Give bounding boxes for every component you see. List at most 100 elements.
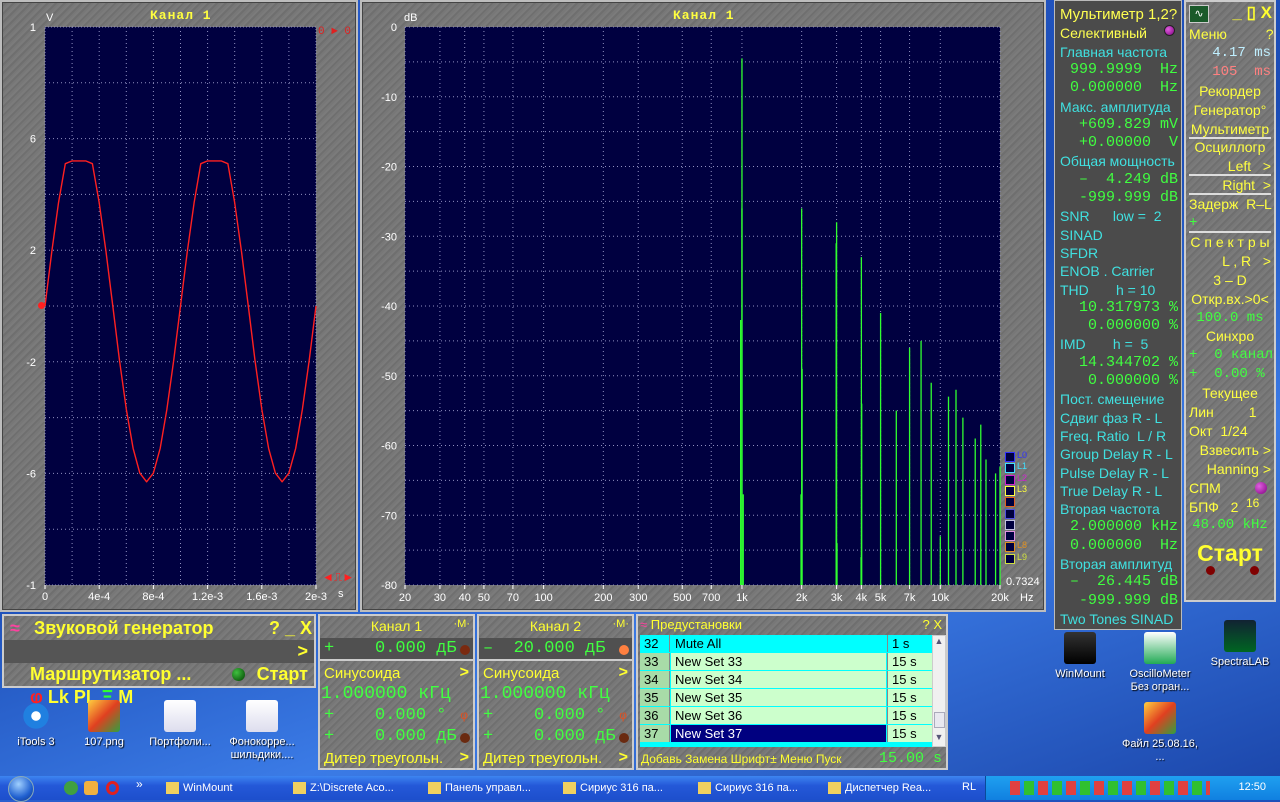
multimeter-label[interactable]: Вторая амплитуд [1060, 555, 1178, 573]
multimeter-label[interactable]: Главная частота [1060, 43, 1178, 61]
multimeter-label[interactable]: Group Delay R - L [1060, 445, 1178, 463]
legend-swatch[interactable] [1005, 519, 1015, 530]
channel-m-button[interactable]: ·M· [613, 618, 630, 630]
waveform-select[interactable]: Синусоида [479, 663, 632, 684]
taskbar-button[interactable]: WinMount [163, 779, 288, 797]
dither-select[interactable]: Дитер треугольн. [479, 748, 632, 769]
menu-item[interactable]: Синхро [1189, 327, 1271, 346]
quicklaunch-more-icon[interactable]: » [136, 777, 143, 791]
multimeter-label[interactable]: Pulse Delay R - L [1060, 464, 1178, 482]
quicklaunch-icon[interactable] [84, 781, 98, 795]
multimeter-label[interactable]: ENOB . Carrier [1060, 262, 1178, 280]
language-indicator[interactable]: RL [962, 781, 976, 793]
multimeter-title[interactable]: Селективный [1060, 24, 1178, 42]
legend-swatch[interactable] [1005, 485, 1015, 496]
desktop-icon[interactable]: SpectraLAB [1200, 620, 1280, 669]
menu-item[interactable]: Рекордер [1189, 82, 1271, 101]
legend-swatch[interactable] [1005, 542, 1015, 553]
menu-item[interactable]: Осциллогр [1189, 138, 1271, 157]
menu-item[interactable]: Текущее [1189, 384, 1271, 403]
desktop-icon[interactable]: Файл 25.08.16, ... [1120, 702, 1200, 764]
menu-item[interactable]: Взвесить > [1189, 441, 1271, 460]
menu-item[interactable]: БПФ 2 [1189, 498, 1271, 517]
multimeter-label[interactable]: Сдвиг фаз R - L [1060, 409, 1178, 427]
legend-swatch[interactable] [1005, 531, 1015, 542]
waveform-select[interactable]: Синусоида [320, 663, 473, 684]
multimeter-label[interactable]: True Delay R - L [1060, 482, 1178, 500]
menu-item[interactable]: 48.00 kHz [1189, 516, 1271, 535]
menu-item[interactable]: С п е к т р ы [1189, 233, 1271, 252]
presets-footer-actions[interactable]: Добавь Замена Шрифт± Меню Пуск [641, 752, 842, 766]
menu-item[interactable]: Мультиметр [1189, 120, 1271, 139]
preset-row[interactable]: 34 New Set 34 15 s [640, 671, 932, 689]
menu-item[interactable]: Генератор° [1189, 101, 1271, 120]
preset-row[interactable]: 32 Mute All 1 s [640, 635, 932, 653]
phase-value[interactable]: + 0.000 ° [479, 705, 632, 726]
preset-row[interactable]: 36 New Set 36 15 s [640, 707, 932, 725]
generator-window-controls[interactable]: ? _ X [258, 617, 312, 640]
menu-item[interactable]: Задерж R–L [1189, 195, 1272, 214]
presets-window-controls[interactable]: ? X [922, 617, 942, 632]
selective-led[interactable] [1164, 25, 1175, 36]
legend-swatch[interactable] [1005, 463, 1015, 474]
presets-scrollbar[interactable]: ▲ ▼ [932, 635, 946, 747]
multimeter-label[interactable]: Пост. смещение [1060, 390, 1178, 408]
scroll-thumb[interactable] [934, 712, 945, 728]
menu-item[interactable]: 105 ms [1189, 63, 1271, 82]
amplitude-led[interactable] [460, 733, 470, 743]
legend-swatch[interactable] [1005, 452, 1015, 462]
menu-item[interactable]: + 0 [1189, 214, 1271, 233]
menu-item[interactable]: Меню ? [1189, 25, 1274, 44]
multimeter-label[interactable]: Freq. Ratio L / R [1060, 427, 1178, 445]
desktop-icon[interactable]: OscilloMeter Без огран... [1120, 632, 1200, 694]
taskbar-button[interactable]: Панель управл... [425, 779, 555, 797]
start-orb[interactable] [8, 776, 34, 802]
multimeter-label[interactable]: Макс. амплитуда [1060, 98, 1178, 116]
multimeter-label[interactable]: Вторая частота [1060, 500, 1178, 518]
scroll-down-icon[interactable]: ▼ [933, 732, 945, 746]
level-led[interactable] [619, 645, 629, 655]
amplitude-led[interactable] [619, 733, 629, 743]
menu-item[interactable]: + 0 канал [1189, 346, 1273, 365]
frequency-value[interactable]: 1.000000 кГц [479, 684, 632, 705]
menu-item[interactable]: Откр.вх.>0< [1189, 290, 1271, 309]
spectrum-plot[interactable]: 20 30 40 50 70 100 200 300 500 700 1k 2k 3k 4k 5k 7k 10k… [0, 0, 1050, 612]
multimeter-label[interactable]: SINAD [1060, 226, 1178, 244]
multimeter-label[interactable]: Two Tones SINAD [1060, 610, 1178, 628]
channel-level[interactable]: + 0.000 дБ [320, 638, 473, 661]
multimeter-label[interactable]: Общая мощность [1060, 152, 1178, 170]
start-button[interactable]: Старт [1186, 540, 1274, 567]
level-led[interactable] [460, 645, 470, 655]
scroll-up-icon[interactable]: ▲ [933, 636, 945, 650]
legend-swatch[interactable] [1005, 553, 1015, 564]
desktop-icon[interactable]: 107.png [64, 700, 144, 749]
multimeter-label[interactable]: SFDR [1060, 244, 1178, 262]
desktop-icon[interactable]: WinMount [1040, 632, 1120, 681]
tray-icons[interactable] [1010, 781, 1210, 795]
amplitude-value[interactable]: + 0.000 дБ [320, 726, 473, 747]
menu-item[interactable]: Лин 1 [1189, 403, 1271, 422]
taskbar-button[interactable]: Сириус 316 па... [695, 779, 820, 797]
dither-select[interactable]: Дитер треугольн. [320, 748, 473, 769]
menu-item[interactable]: Left > [1189, 157, 1271, 177]
desktop-icon[interactable]: Фонокорре... шильдики.... [222, 700, 302, 762]
utorrent-icon[interactable] [64, 781, 78, 795]
menu-item[interactable]: 3 – D [1189, 271, 1271, 290]
menu-item[interactable]: 4.17 ms [1189, 44, 1271, 63]
clock[interactable]: 12:50 [1238, 781, 1266, 793]
multimeter-title[interactable]: Мультиметр 1,2? [1060, 6, 1178, 24]
taskbar-button[interactable]: Сириус 316 па... [560, 779, 690, 797]
phase-value[interactable]: + 0.000 ° [320, 705, 473, 726]
menu-item[interactable]: Окт 1/24 [1189, 422, 1271, 441]
window-controls[interactable]: _ ▯ X [1232, 3, 1272, 23]
channel-m-button[interactable]: ·M· [454, 618, 471, 630]
multimeter-label[interactable]: SNR low = 2 [1060, 207, 1178, 225]
preset-row[interactable]: 35 New Set 35 15 s [640, 689, 932, 707]
router-button[interactable]: Маршрутизатор ... > [4, 640, 314, 684]
app-icon[interactable]: ∿ [1189, 5, 1209, 23]
preset-row[interactable]: 33 New Set 33 15 s [640, 653, 932, 671]
desktop-icon[interactable]: Портфоли... [140, 700, 220, 749]
generator-start-button[interactable]: Старт [257, 663, 308, 686]
multimeter-label[interactable]: IMD h = 5 [1060, 335, 1178, 353]
frequency-value[interactable]: 1.000000 кГц [320, 684, 473, 705]
